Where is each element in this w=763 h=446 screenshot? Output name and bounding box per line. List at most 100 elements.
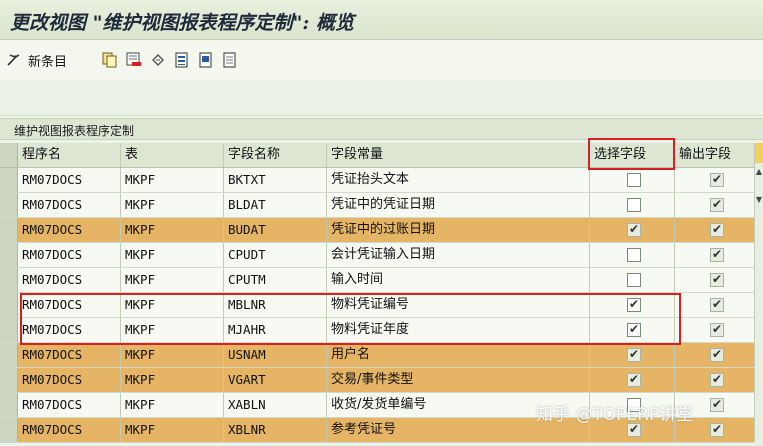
deselect-all-button[interactable] (220, 50, 240, 70)
table-row[interactable]: RM07DOCSMKPFCPUTM输入时间 ✔ ✔ (0, 268, 755, 293)
cell-program: RM07DOCS (19, 293, 121, 317)
select-block-icon (198, 52, 214, 68)
column-header-selection-field[interactable]: 选择字段 (591, 143, 675, 167)
new-entries-icon (6, 52, 22, 68)
cell-table: MKPF (122, 243, 224, 267)
row-select-handle[interactable] (0, 418, 18, 442)
output-field-checkbox[interactable]: ✔ (710, 172, 724, 187)
cell-field-text: 交易/事件类型 (328, 368, 590, 392)
output-field-checkbox[interactable]: ✔ (710, 372, 724, 387)
row-select-handle[interactable] (0, 268, 18, 292)
cell-program: RM07DOCS (19, 218, 121, 242)
cell-field-name: XABLN (225, 393, 327, 417)
content-spacer (0, 80, 763, 116)
output-field-checkbox[interactable]: ✔ (710, 247, 724, 262)
table-row[interactable]: RM07DOCSMKPFBKTXT凭证抬头文本 ✔ ✔ (0, 168, 755, 193)
row-select-handle[interactable] (0, 168, 18, 192)
table-row[interactable]: RM07DOCS MKPF USNAM 用户名 ✔ ✔ (0, 343, 755, 368)
undo-button[interactable] (148, 50, 168, 70)
row-select-handle[interactable] (0, 293, 18, 317)
selection-field-checkbox[interactable]: ✔ (627, 173, 641, 187)
output-field-checkbox[interactable]: ✔ (710, 222, 724, 237)
cell-program: RM07DOCS (19, 393, 121, 417)
row-select-handle[interactable] (0, 318, 18, 342)
select-all-rows-handle[interactable] (0, 143, 18, 167)
cell-field-name: CPUTM (225, 268, 327, 292)
delete-button[interactable] (124, 50, 144, 70)
cell-field-text: 用户名 (328, 343, 590, 367)
selection-field-checkbox[interactable]: ✔ (627, 273, 641, 287)
table-row[interactable]: RM07DOCS MKPF MBLNR 物料凭证编号 ✔ ✔ (0, 293, 755, 318)
scroll-up-icon[interactable]: ▲ (755, 165, 763, 179)
row-select-handle[interactable] (0, 218, 18, 242)
cell-program: RM07DOCS (19, 268, 121, 292)
cell-program: RM07DOCS (19, 193, 121, 217)
copy-icon (102, 52, 118, 68)
cell-field-text: 凭证中的过账日期 (328, 218, 590, 242)
cell-field-text: 凭证抬头文本 (328, 168, 590, 192)
table-title: 维护视图报表程序定制 (14, 124, 135, 138)
cell-field-name: MBLNR (225, 293, 327, 317)
table-title-bar: 维护视图报表程序定制 (0, 118, 763, 140)
column-header-field-name[interactable]: 字段名称 (225, 143, 327, 167)
output-field-checkbox[interactable]: ✔ (710, 297, 724, 312)
select-all-button[interactable] (172, 50, 192, 70)
cell-field-text: 输入时间 (328, 268, 590, 292)
row-select-handle[interactable] (0, 243, 18, 267)
new-entries-button[interactable]: 新条目 (6, 50, 92, 70)
new-entries-label: 新条目 (28, 54, 68, 70)
selection-field-checkbox[interactable]: ✔ (627, 422, 641, 437)
cell-field-name: VGART (225, 368, 327, 392)
cell-table: MKPF (122, 168, 224, 192)
cell-field-text: 凭证中的凭证日期 (328, 193, 590, 217)
column-settings-icon[interactable] (755, 143, 763, 163)
copy-button[interactable] (100, 50, 120, 70)
undo-icon (150, 52, 166, 68)
output-field-checkbox[interactable]: ✔ (710, 197, 724, 212)
row-select-handle[interactable] (0, 393, 18, 417)
table-header: 程序名 表 字段名称 字段常量 选择字段 输出字段 (0, 143, 755, 168)
cell-table: MKPF (122, 393, 224, 417)
table-row[interactable]: RM07DOCS MKPF MJAHR 物料凭证年度 ✔ ✔ (0, 318, 755, 343)
vertical-scrollbar[interactable]: ▲ ▼ (755, 143, 763, 446)
output-field-checkbox[interactable]: ✔ (710, 397, 724, 412)
cell-field-name: MJAHR (225, 318, 327, 342)
title-bar: 更改视图 "维护视图报表程序定制": 概览 (0, 0, 763, 40)
table-row[interactable]: RM07DOCSMKPFBLDAT凭证中的凭证日期 ✔ ✔ (0, 193, 755, 218)
column-header-table[interactable]: 表 (122, 143, 224, 167)
row-select-handle[interactable] (0, 193, 18, 217)
column-header-program[interactable]: 程序名 (19, 143, 121, 167)
cell-program: RM07DOCS (19, 343, 121, 367)
cell-field-name: BKTXT (225, 168, 327, 192)
scroll-down-icon[interactable]: ▼ (755, 193, 763, 207)
window-title: 更改视图 "维护视图报表程序定制": 概览 (10, 12, 355, 34)
table-row[interactable]: RM07DOCS MKPF BUDAT 凭证中的过账日期 ✔ ✔ (0, 218, 755, 243)
selection-field-checkbox[interactable]: ✔ (627, 222, 641, 237)
column-header-field-text[interactable]: 字段常量 (328, 143, 590, 167)
selection-field-checkbox[interactable]: ✔ (627, 297, 641, 312)
row-select-handle[interactable] (0, 368, 18, 392)
selection-field-checkbox[interactable]: ✔ (627, 372, 641, 387)
cell-program: RM07DOCS (19, 368, 121, 392)
output-field-checkbox[interactable]: ✔ (710, 422, 724, 437)
toolbar: 新条目 (0, 41, 763, 79)
selection-field-checkbox[interactable]: ✔ (627, 322, 641, 337)
cell-table: MKPF (122, 368, 224, 392)
cell-table: MKPF (122, 293, 224, 317)
cell-field-name: XBLNR (225, 418, 327, 442)
select-block-button[interactable] (196, 50, 216, 70)
cell-program: RM07DOCS (19, 318, 121, 342)
row-select-handle[interactable] (0, 343, 18, 367)
table-row[interactable]: RM07DOCSMKPFCPUDT会计凭证输入日期 ✔ ✔ (0, 243, 755, 268)
output-field-checkbox[interactable]: ✔ (710, 347, 724, 362)
select-all-icon (174, 52, 190, 68)
cell-table: MKPF (122, 418, 224, 442)
selection-field-checkbox[interactable]: ✔ (627, 347, 641, 362)
output-field-checkbox[interactable]: ✔ (710, 322, 724, 337)
selection-field-checkbox[interactable]: ✔ (627, 198, 641, 212)
cell-field-text: 物料凭证年度 (328, 318, 590, 342)
output-field-checkbox[interactable]: ✔ (710, 272, 724, 287)
table-row[interactable]: RM07DOCS MKPF VGART 交易/事件类型 ✔ ✔ (0, 368, 755, 393)
selection-field-checkbox[interactable]: ✔ (627, 248, 641, 262)
column-header-output-field[interactable]: 输出字段 (676, 143, 755, 167)
